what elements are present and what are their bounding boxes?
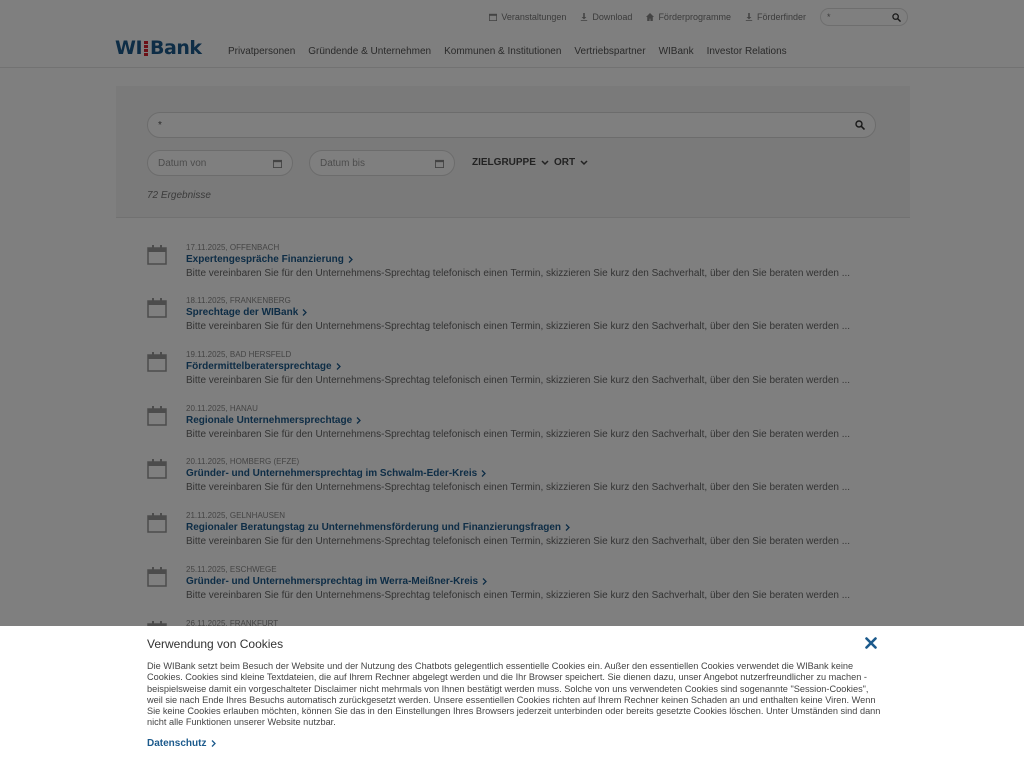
chevron-right-icon bbox=[211, 740, 217, 747]
privacy-link-label: Datenschutz bbox=[147, 738, 207, 749]
cookie-text: Die WIBank setzt beim Besuch der Website… bbox=[147, 661, 881, 728]
close-icon[interactable] bbox=[865, 637, 877, 649]
cookie-title: Verwendung von Cookies bbox=[147, 637, 284, 651]
modal-backdrop[interactable] bbox=[0, 0, 1024, 626]
cookie-banner: Verwendung von Cookies Die WIBank setzt … bbox=[0, 626, 1024, 768]
privacy-link[interactable]: Datenschutz bbox=[147, 738, 217, 749]
